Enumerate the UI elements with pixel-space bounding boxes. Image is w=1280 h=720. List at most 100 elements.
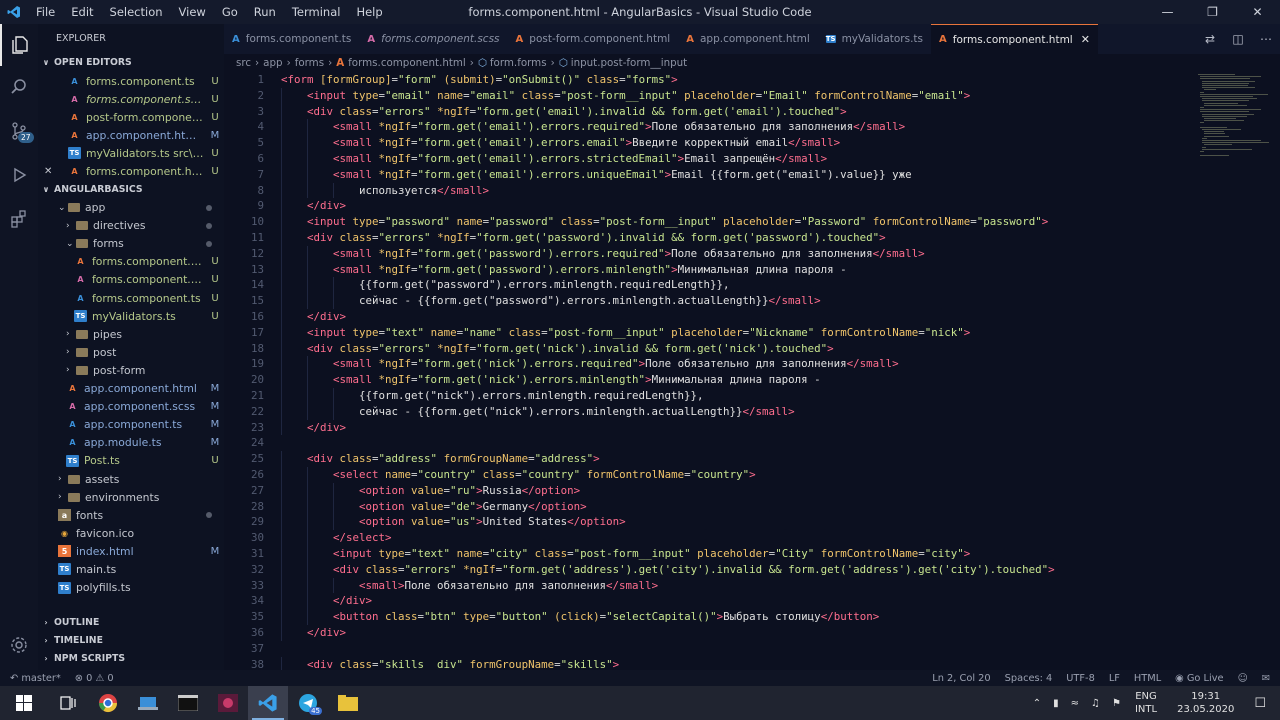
problems-indicator[interactable]: ⊗ 0 ⚠ 0: [75, 673, 114, 684]
volume-icon[interactable]: ♫: [1091, 698, 1100, 709]
project-header[interactable]: ∨ ANGULARBASICS: [38, 181, 224, 199]
tab-myvalidators-ts[interactable]: TS myValidators.ts: [818, 24, 931, 54]
cursor-position[interactable]: Ln 2, Col 20: [932, 673, 990, 684]
close-icon[interactable]: ✕: [1235, 0, 1280, 24]
go-live-button[interactable]: ◉ Go Live: [1175, 673, 1223, 684]
language-indicator[interactable]: ENG INTL: [1135, 690, 1157, 716]
more-actions-icon[interactable]: ⋯: [1252, 32, 1280, 46]
open-editor-item[interactable]: Apost-form.componen... U: [38, 108, 224, 126]
battery-icon[interactable]: ▮: [1053, 698, 1059, 709]
open-editor-item[interactable]: ✕ Aforms.component.ht... U: [38, 162, 224, 180]
menu-item-terminal[interactable]: Terminal: [284, 0, 349, 24]
tree-file[interactable]: TS main.ts: [38, 560, 224, 578]
settings-gear-icon[interactable]: [0, 624, 38, 666]
tree-folder[interactable]: › environments: [38, 488, 224, 506]
menu-item-run[interactable]: Run: [246, 0, 284, 24]
section-timeline[interactable]: › TIMELINE: [38, 632, 224, 650]
minimize-icon[interactable]: —: [1145, 0, 1190, 24]
tab-app-component-html[interactable]: Aapp.component.html: [678, 24, 818, 54]
run-debug-icon[interactable]: [0, 154, 38, 196]
branch-indicator[interactable]: ↶ master*: [10, 673, 61, 684]
terminal-app-icon[interactable]: [168, 686, 208, 720]
tree-file[interactable]: Aforms.component.html U: [38, 253, 224, 271]
extensions-icon[interactable]: [0, 198, 38, 240]
tree-folder[interactable]: › directives: [38, 217, 224, 235]
game-app-icon[interactable]: [208, 686, 248, 720]
indentation[interactable]: Spaces: 4: [1005, 673, 1053, 684]
network-icon[interactable]: ≈: [1071, 698, 1079, 709]
notifications-icon[interactable]: ✉: [1262, 673, 1270, 684]
tree-file[interactable]: TS polyfills.ts: [38, 579, 224, 597]
tree-file[interactable]: Aforms.component.scss U: [38, 271, 224, 289]
flag-icon[interactable]: ⚑: [1112, 698, 1121, 709]
tab-forms-component-scss[interactable]: Aforms.component.scss: [359, 24, 507, 54]
files-icon[interactable]: [0, 24, 38, 66]
tab-post-form-component-html[interactable]: Apost-form.component.html: [508, 24, 679, 54]
tree-file[interactable]: Aapp.component.html M: [38, 380, 224, 398]
encoding[interactable]: UTF-8: [1066, 673, 1095, 684]
windows-start-icon[interactable]: [0, 686, 48, 720]
tab-forms-component-ts[interactable]: Aforms.component.ts: [224, 24, 359, 54]
chrome-icon[interactable]: [88, 686, 128, 720]
tree-file[interactable]: 5 index.html M: [38, 542, 224, 560]
open-editors-header[interactable]: ∨ OPEN EDITORS: [38, 54, 224, 72]
indent-guide: [333, 403, 334, 420]
section-npm-scripts[interactable]: › NPM SCRIPTS: [38, 650, 224, 668]
breadcrumb-item[interactable]: forms.component.html: [348, 57, 466, 69]
clock[interactable]: 19:31 23.05.2020: [1177, 690, 1234, 716]
tab-forms-component-html[interactable]: Aforms.component.html ✕: [931, 24, 1098, 54]
tree-file[interactable]: Aapp.component.scss M: [38, 398, 224, 416]
tree-folder[interactable]: › pipes: [38, 325, 224, 343]
tree-folder[interactable]: ⌄ forms: [38, 235, 224, 253]
breadcrumb-item[interactable]: src: [236, 57, 251, 69]
chevron-right-icon: ›: [58, 492, 62, 503]
menu-item-help[interactable]: Help: [348, 0, 390, 24]
code-line: 38 <div class="skills__div" formGroupName…: [224, 656, 1184, 670]
tree-folder[interactable]: ⌄ app: [38, 199, 224, 217]
tree-folder[interactable]: › post: [38, 343, 224, 361]
tree-file[interactable]: Aapp.module.ts M: [38, 434, 224, 452]
tree-file[interactable]: a fonts: [38, 506, 224, 524]
tree-folder[interactable]: › assets: [38, 470, 224, 488]
open-editor-item[interactable]: Aforms.component.ts U: [38, 72, 224, 90]
task-view-icon[interactable]: [48, 686, 88, 720]
breadcrumb-item[interactable]: form.forms: [490, 57, 547, 69]
notification-center-icon[interactable]: ☐: [1254, 696, 1266, 711]
open-editor-item[interactable]: TS myValidators.ts src\ap... U: [38, 144, 224, 162]
language-mode[interactable]: HTML: [1134, 673, 1161, 684]
open-editor-item[interactable]: Aforms.component.scss ... U: [38, 90, 224, 108]
open-editor-item[interactable]: Aapp.component.html... M: [38, 126, 224, 144]
tree-file[interactable]: TS myValidators.ts U: [38, 307, 224, 325]
menu-item-view[interactable]: View: [171, 0, 214, 24]
file-explorer-icon[interactable]: [328, 686, 368, 720]
line-ending[interactable]: LF: [1109, 673, 1120, 684]
code-editor[interactable]: 1 <form [formGroup]="form" (submit)="onSu…: [224, 72, 1280, 670]
menu-item-file[interactable]: File: [28, 0, 63, 24]
tree-file[interactable]: Aapp.component.ts M: [38, 416, 224, 434]
tree-file[interactable]: TS Post.ts U: [38, 452, 224, 470]
compare-icon[interactable]: ⇄: [1196, 32, 1224, 46]
menu-item-go[interactable]: Go: [214, 0, 246, 24]
breadcrumb-item[interactable]: forms: [295, 57, 324, 69]
feedback-icon[interactable]: ☺: [1238, 673, 1248, 684]
split-editor-icon[interactable]: ◫: [1224, 32, 1252, 46]
chevron-up-icon[interactable]: ⌃: [1033, 698, 1041, 709]
computer-app-icon[interactable]: [128, 686, 168, 720]
search-icon[interactable]: [0, 66, 38, 108]
tree-file[interactable]: ◉ favicon.ico: [38, 524, 224, 542]
tree-file[interactable]: Aforms.component.ts U: [38, 289, 224, 307]
close-icon[interactable]: ✕: [44, 166, 68, 177]
favicon-icon: ◉: [61, 528, 68, 538]
minimap[interactable]: [1194, 72, 1280, 172]
breadcrumb-item[interactable]: input.post-form__input: [571, 57, 688, 69]
source-control-icon[interactable]: 27: [0, 110, 38, 152]
breadcrumb-item[interactable]: app: [263, 57, 282, 69]
menu-item-selection[interactable]: Selection: [102, 0, 171, 24]
menu-item-edit[interactable]: Edit: [63, 0, 101, 24]
maximize-icon[interactable]: ❐: [1190, 0, 1235, 24]
close-icon[interactable]: ✕: [1081, 33, 1090, 46]
telegram-icon[interactable]: 45: [288, 686, 328, 720]
section-outline[interactable]: › OUTLINE: [38, 614, 224, 632]
tree-folder[interactable]: › post-form: [38, 361, 224, 379]
vscode-taskbar-icon[interactable]: [248, 686, 288, 720]
